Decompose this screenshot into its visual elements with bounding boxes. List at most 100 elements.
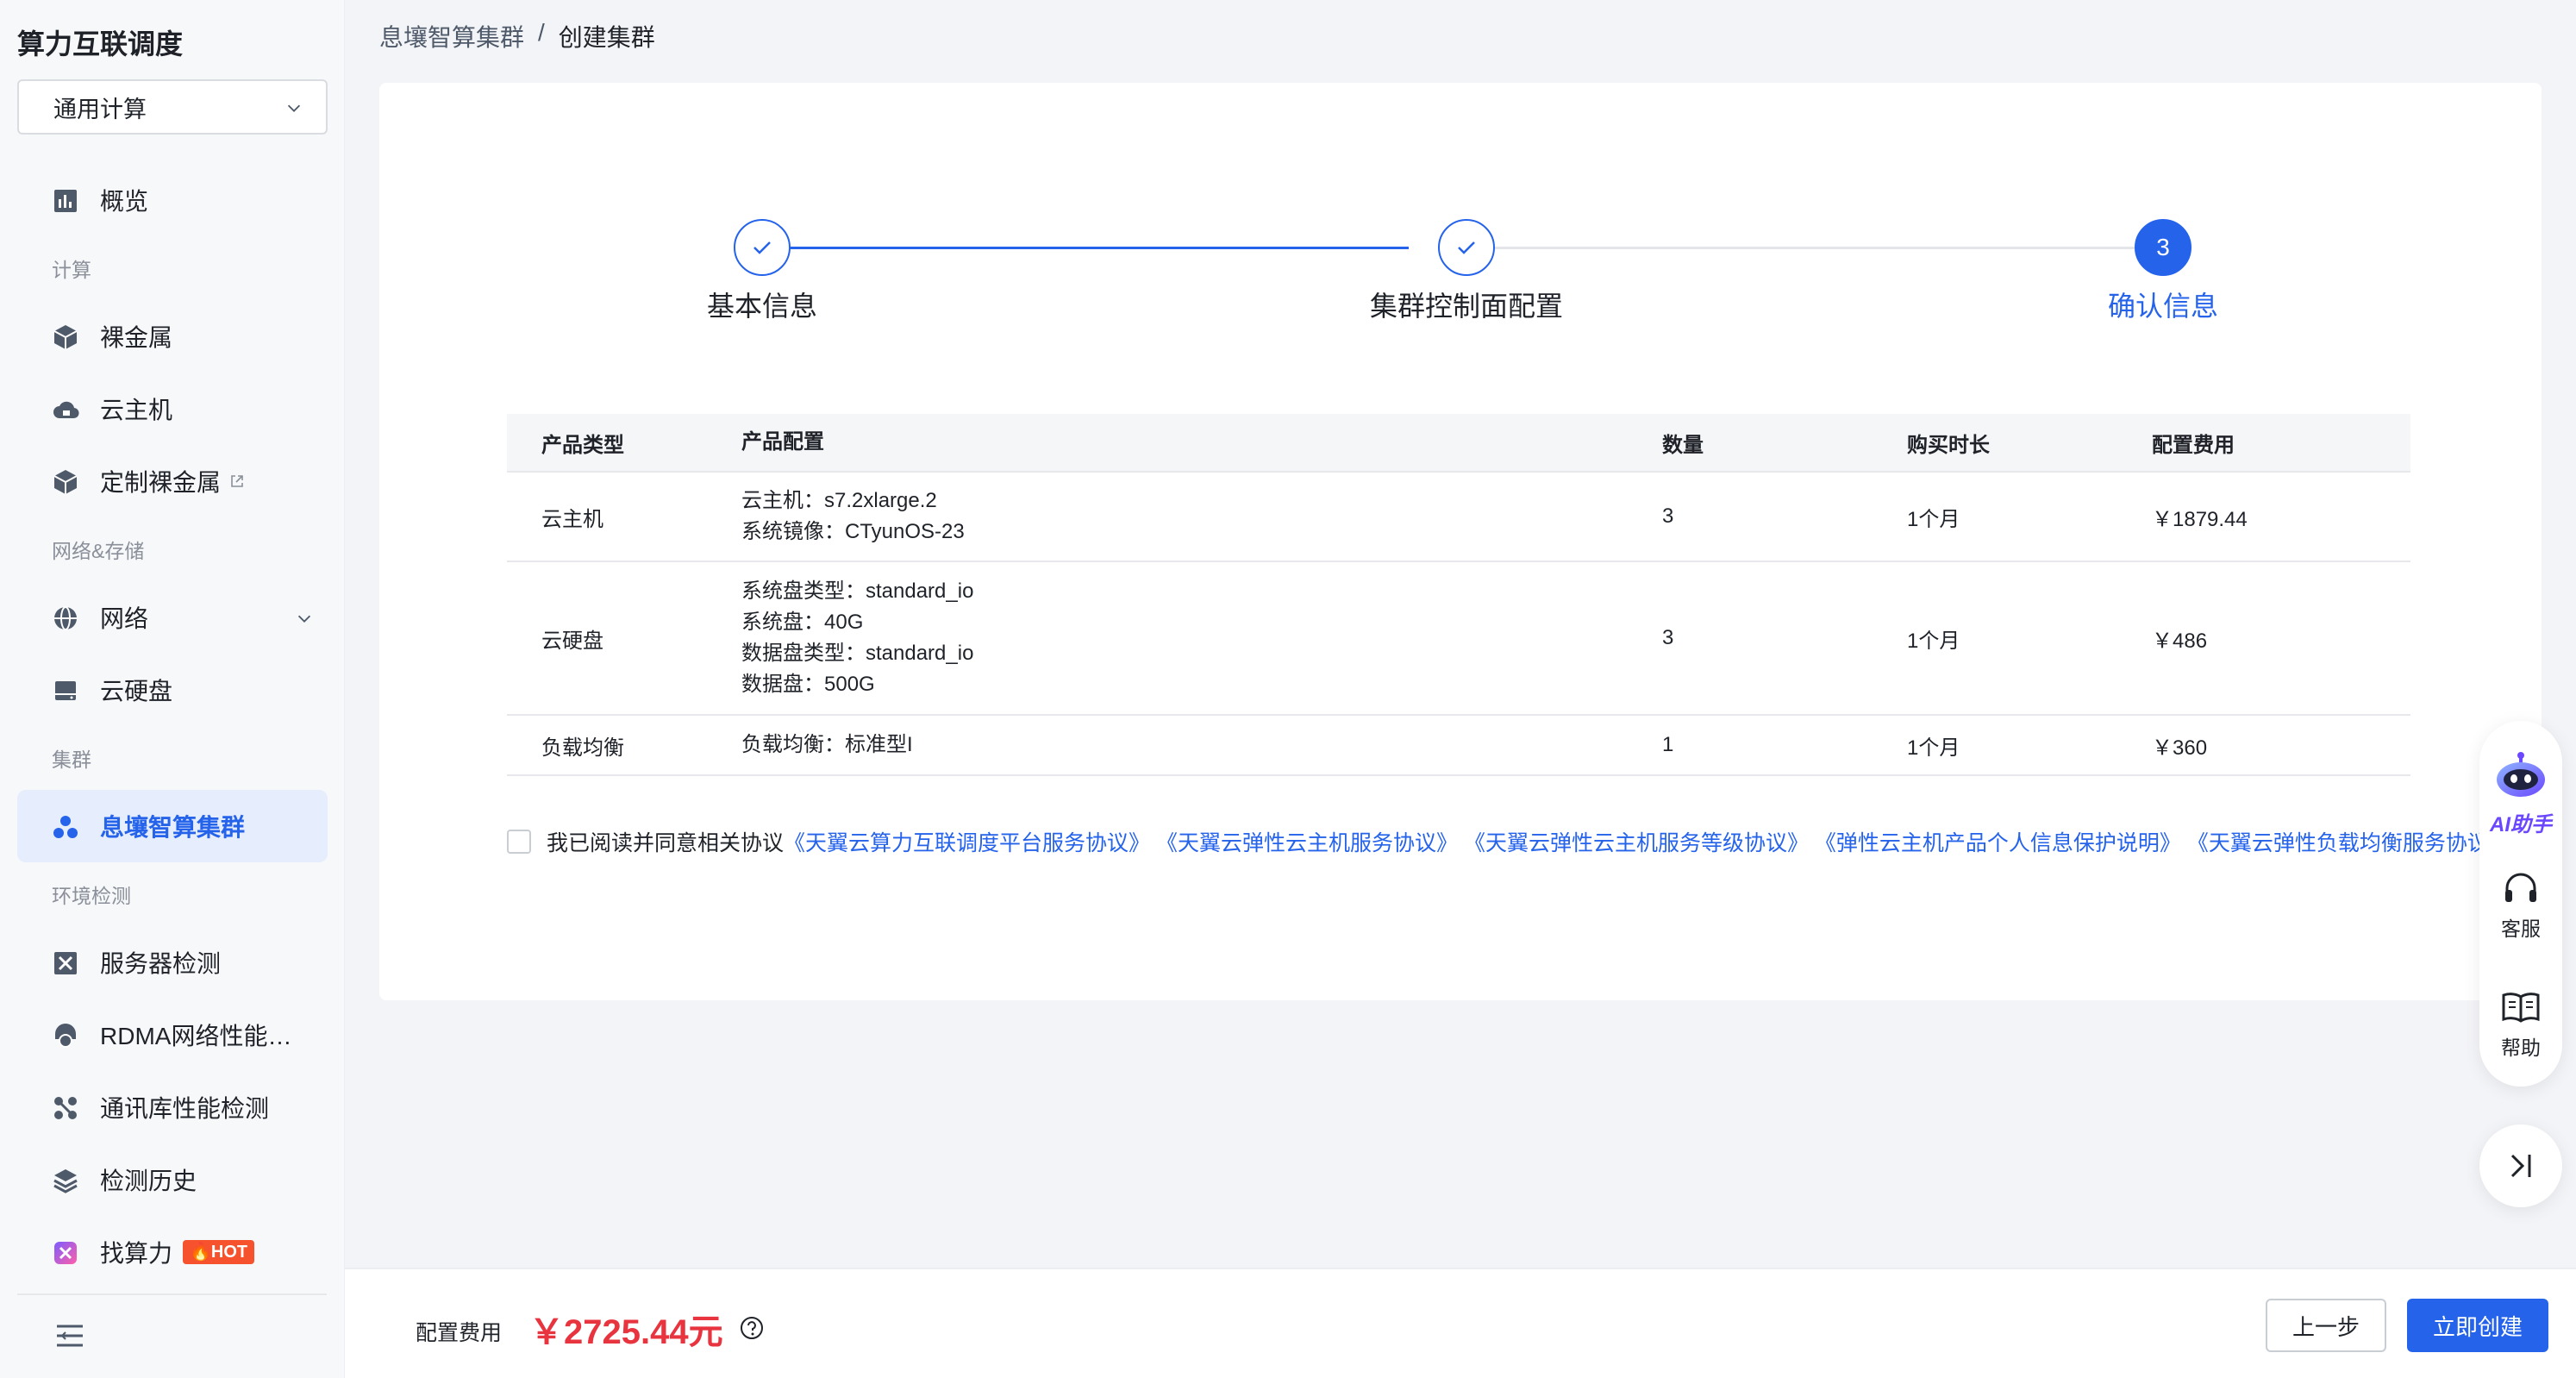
breadcrumb-separator: / bbox=[538, 19, 545, 46]
sidebar-item-network[interactable]: 网络 bbox=[0, 581, 345, 654]
sidebar-item-cloud-disk[interactable]: 云硬盘 bbox=[0, 654, 345, 726]
step-1-label: 基本信息 bbox=[706, 291, 818, 322]
step-3-number: 3 bbox=[2156, 234, 2170, 260]
sidebar-item-bare-metal[interactable]: 裸金属 bbox=[0, 300, 345, 373]
nav-group-compute: 计算 bbox=[52, 259, 91, 281]
compute-type-select[interactable]: 通用计算 bbox=[17, 79, 328, 135]
cell-qty: 3 bbox=[1662, 504, 1674, 528]
cell-type: 负载均衡 bbox=[541, 736, 624, 760]
agreement-link-ecs-sla[interactable]: 《天翼云弹性云主机服务等级协议》 bbox=[1464, 831, 1809, 855]
cell-config: 云主机：s7.2xlarge.2 系统镜像：CTyunOS-23 bbox=[741, 485, 1662, 548]
question-icon[interactable] bbox=[740, 1316, 764, 1340]
breadcrumb-parent[interactable]: 息壤智算集群 bbox=[379, 19, 524, 53]
cell-type: 云硬盘 bbox=[541, 629, 603, 653]
sidebar-item-label: RDMA网络性能… bbox=[100, 1023, 292, 1049]
robot-icon bbox=[2497, 752, 2545, 797]
cell-duration: 1个月 bbox=[1907, 736, 1960, 760]
external-link-icon bbox=[231, 475, 243, 487]
agreement-prefix: 我已阅读并同意相关协议 bbox=[547, 831, 785, 855]
app-title: 算力互联调度 bbox=[17, 28, 184, 60]
breadcrumb: 息壤智算集群 / 创建集群 bbox=[379, 19, 655, 53]
cell-config: 系统盘类型：standard_io 系统盘：40G 数据盘类型：standard… bbox=[741, 576, 1662, 700]
chevron-down-icon bbox=[287, 104, 301, 112]
help-button[interactable]: 帮助 bbox=[2479, 990, 2562, 1061]
arrow-right-bar-icon bbox=[2510, 1154, 2531, 1178]
agreement-link-privacy[interactable]: 《弹性云主机产品个人信息保护说明》 bbox=[1815, 831, 2181, 855]
config-line: 系统盘类型：standard_io bbox=[741, 579, 974, 603]
total-fee-value: ￥2725.44元 bbox=[529, 1313, 723, 1351]
config-line: 数据盘：500G bbox=[741, 673, 875, 696]
steps: 基本信息 集群控制面配置 3 确认信息 bbox=[379, 152, 2542, 322]
step-2-circle bbox=[1438, 219, 1495, 276]
sidebar-item-label: 云主机 bbox=[100, 397, 173, 423]
sidebar-item-label: 定制裸金属 bbox=[100, 469, 222, 496]
col-header-config: 产品配置 bbox=[741, 430, 824, 454]
step-3-label: 确认信息 bbox=[2107, 291, 2219, 322]
sidebar-item-label: 网络 bbox=[100, 605, 149, 632]
ai-assistant-button[interactable]: AI助手 bbox=[2479, 750, 2562, 837]
disk-icon bbox=[55, 681, 76, 700]
customer-service-button[interactable]: 客服 bbox=[2479, 871, 2562, 942]
sidebar-item-label: 服务器检测 bbox=[100, 950, 222, 977]
create-now-button[interactable]: 立即创建 bbox=[2407, 1299, 2548, 1352]
sidebar-item-label: 通讯库性能检测 bbox=[100, 1095, 270, 1122]
footer-bar: 配置费用 ￥2725.44元 上一步 立即创建 bbox=[345, 1268, 2576, 1378]
step-2-label: 集群控制面配置 bbox=[1369, 291, 1564, 322]
sidebar-item-server-check[interactable]: 服务器检测 bbox=[0, 926, 345, 999]
config-line: 数据盘类型：standard_io bbox=[741, 642, 974, 665]
sidebar-item-find-compute[interactable]: 找算力 🔥HOT bbox=[0, 1216, 345, 1288]
agreement-link-platform[interactable]: 《天翼云算力互联调度平台服务协议》 bbox=[784, 831, 1150, 855]
sidebar-item-comm-lib-check[interactable]: 通讯库性能检测 bbox=[0, 1071, 345, 1143]
agreement-link-ecs-service[interactable]: 《天翼云弹性云主机服务协议》 bbox=[1156, 831, 1458, 855]
chevron-down-icon bbox=[297, 615, 311, 623]
sidebar-item-overview[interactable]: 概览 bbox=[0, 164, 345, 236]
sidebar-divider bbox=[17, 1293, 327, 1295]
sidebar-item-label: 云硬盘 bbox=[100, 678, 173, 705]
menu-collapse-icon[interactable] bbox=[55, 1323, 84, 1349]
order-table: 产品类型 产品配置 数量 购买时长 配置费用 云主机 云主机：s7.2xlarg… bbox=[507, 414, 2410, 776]
agreement-checkbox[interactable] bbox=[507, 830, 531, 854]
main-card: 基本信息 集群控制面配置 3 确认信息 产品类型 产品配置 数量 购买时长 配置… bbox=[379, 83, 2542, 1000]
agreement-link-elb[interactable]: 《天翼云弹性负载均衡服务协议》 bbox=[2187, 831, 2510, 855]
prev-step-button[interactable]: 上一步 bbox=[2266, 1299, 2386, 1352]
nav-group-network-storage: 网络&存储 bbox=[52, 540, 145, 562]
cell-fee: ￥486 bbox=[2152, 629, 2208, 653]
cell-fee: ￥1879.44 bbox=[2152, 507, 2248, 531]
book-icon bbox=[2502, 993, 2540, 1023]
table-header: 产品类型 产品配置 数量 购买时长 配置费用 bbox=[507, 414, 2410, 473]
sidebar-item-custom-bare-metal[interactable]: 定制裸金属 bbox=[0, 445, 345, 517]
cloud-icon bbox=[53, 401, 79, 419]
compute-type-value: 通用计算 bbox=[53, 96, 147, 122]
cell-duration: 1个月 bbox=[1907, 629, 1960, 653]
globe-icon bbox=[54, 606, 77, 630]
help-label: 帮助 bbox=[2501, 1037, 2541, 1059]
sidebar-item-xirang-cluster[interactable]: 息壤智算集群 bbox=[17, 790, 328, 862]
config-line: 系统盘：40G bbox=[741, 611, 864, 634]
table-row: 云硬盘 系统盘类型：standard_io 系统盘：40G 数据盘类型：stan… bbox=[507, 562, 2410, 716]
col-header-qty: 数量 bbox=[1662, 433, 1704, 457]
sidebar-item-check-history[interactable]: 检测历史 bbox=[0, 1143, 345, 1216]
chart-icon bbox=[54, 190, 77, 212]
nav-group-env: 环境检测 bbox=[52, 885, 131, 907]
cell-type: 云主机 bbox=[541, 507, 603, 531]
hot-badge: 🔥HOT bbox=[183, 1240, 255, 1264]
sidebar-item-label: 概览 bbox=[100, 188, 149, 215]
col-header-fee: 配置费用 bbox=[2152, 433, 2235, 457]
step-3-circle: 3 bbox=[2135, 219, 2191, 276]
ai-assistant-label: AI助手 bbox=[2490, 813, 2552, 836]
cluster-icon bbox=[53, 816, 78, 838]
sidebar-nav: 概览 计算 裸金属 云主机 定制裸金属 网络&存储 网络 云硬盘 集群 息壤智算… bbox=[0, 164, 345, 1288]
nav-group-cluster: 集群 bbox=[52, 749, 91, 771]
agreement-row: 我已阅读并同意相关协议 《天翼云算力互联调度平台服务协议》 《天翼云弹性云主机服… bbox=[507, 826, 2510, 857]
config-line: 系统镜像：CTyunOS-23 bbox=[741, 520, 965, 543]
cell-qty: 3 bbox=[1662, 626, 1674, 649]
cell-config: 负载均衡：标准型I bbox=[741, 730, 1662, 761]
total-fee-label: 配置费用 bbox=[416, 1321, 503, 1345]
sidebar-item-cloud-host[interactable]: 云主机 bbox=[0, 373, 345, 445]
collapse-panel-button[interactable] bbox=[2479, 1124, 2562, 1207]
col-header-duration: 购买时长 bbox=[1907, 433, 1990, 457]
step-line-2 bbox=[1495, 247, 2135, 249]
sidebar-item-rdma-check[interactable]: RDMA网络性能… bbox=[0, 999, 345, 1071]
tools-icon bbox=[54, 952, 77, 974]
table-row: 负载均衡 负载均衡：标准型I 1 1个月 ￥360 bbox=[507, 716, 2410, 776]
